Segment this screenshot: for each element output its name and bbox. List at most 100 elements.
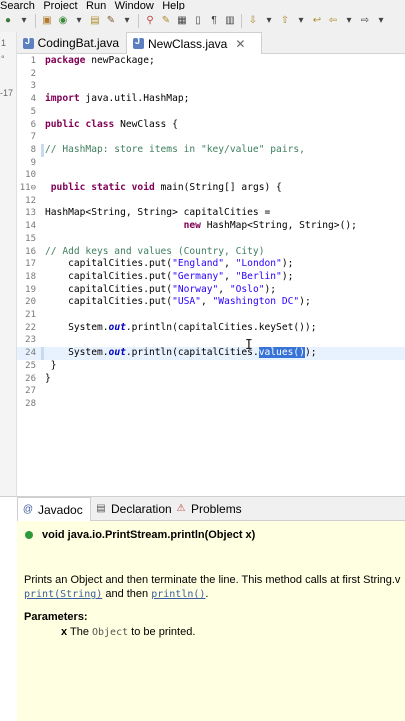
dropdown-icon[interactable]: ▾	[295, 15, 307, 27]
tab-problems[interactable]: ⚠ Problems	[175, 497, 255, 521]
code-line[interactable]: 22 System.out.println(capitalCities.keyS…	[17, 322, 405, 335]
line-number: 8	[30, 144, 36, 155]
line-number: 24	[25, 348, 36, 359]
tab-label: NewClass.java	[148, 36, 228, 51]
code-line[interactable]: 15	[17, 233, 405, 246]
toggle-icon[interactable]: ▦	[176, 15, 188, 27]
new-class-icon[interactable]: ◉	[57, 15, 69, 27]
dropdown-icon[interactable]: ▾	[73, 15, 85, 27]
code-text: import java.util.HashMap;	[45, 93, 190, 105]
back-icon[interactable]: ⇦	[327, 15, 339, 27]
code-line[interactable]: 7	[17, 131, 405, 144]
code-line[interactable]: 9	[17, 157, 405, 170]
bottom-tab-bar: @ Javadoc ▤ Declaration ⚠ Problems	[17, 497, 405, 521]
code-line[interactable]: 6 public class NewClass {	[17, 119, 405, 132]
line-number: 13	[25, 208, 36, 219]
code-line[interactable]: 19 capitalCities.put("Norway", "Oslo");	[17, 284, 405, 297]
search-icon[interactable]: ✎	[105, 15, 117, 27]
code-line[interactable]: 3	[17, 80, 405, 93]
parameter-entry: x The Object to be printed.	[61, 626, 195, 638]
mark-occurrences-icon[interactable]: ✎	[160, 15, 172, 27]
code-line[interactable]: 14 new HashMap<String, String>();	[17, 220, 405, 233]
param-text: The	[67, 626, 92, 638]
block-selection-icon[interactable]: ▯	[192, 15, 204, 27]
dropdown-icon[interactable]: ▾	[263, 15, 275, 27]
code-text: // HashMap: store items in "key/value" p…	[45, 143, 305, 155]
menu-bar: Search Project Run Window Help	[0, 0, 405, 10]
last-edit-icon[interactable]: ↩	[311, 15, 323, 27]
tab-newclass[interactable]: NewClass.java ✕	[126, 32, 262, 54]
code-line[interactable]: 16 // Add keys and values (Country, City)	[17, 246, 405, 259]
code-line[interactable]: 23	[17, 334, 405, 347]
menu-window[interactable]: Window	[115, 0, 154, 10]
tab-declaration[interactable]: ▤ Declaration	[95, 497, 179, 521]
param-type: Object	[92, 627, 129, 638]
left-panel-edge: 1 ° -17	[0, 32, 17, 502]
code-line[interactable]: 21	[17, 309, 405, 322]
code-line[interactable]: 28	[17, 398, 405, 411]
dropdown-icon[interactable]: ▾	[375, 15, 387, 27]
code-text: capitalCities.put("Germany", "Berlin");	[45, 270, 294, 282]
line-number: 17	[25, 259, 36, 270]
line-number: 1	[30, 56, 36, 66]
code-line[interactable]: 26}	[17, 373, 405, 386]
code-line[interactable]: 27	[17, 385, 405, 398]
code-text: System.out.println(capitalCities.values(…	[45, 347, 317, 359]
menu-help[interactable]: Help	[162, 0, 185, 10]
tab-javadoc[interactable]: @ Javadoc	[17, 497, 91, 521]
line-number: 25	[25, 360, 36, 371]
open-type-icon[interactable]: ▤	[89, 15, 101, 27]
dropdown-icon[interactable]: ▾	[121, 15, 133, 27]
line-number: 6	[30, 119, 36, 130]
code-line[interactable]: 13 HashMap<String, String> capitalCities …	[17, 207, 405, 220]
previous-annotation-icon[interactable]: ⇧	[279, 15, 291, 27]
next-annotation-icon[interactable]: ⇩	[247, 15, 259, 27]
code-editor[interactable]: 1 package newPackage; 2 3 4 import java.util.…	[17, 54, 405, 496]
code-line[interactable]: 5	[17, 106, 405, 119]
menu-project[interactable]: Project	[43, 0, 77, 10]
code-line[interactable]: 8 // HashMap: store items in "key/value" …	[17, 143, 405, 157]
code-line[interactable]: 12	[17, 195, 405, 208]
code-line[interactable]: 18 capitalCities.put("Germany", "Berlin"…	[17, 271, 405, 284]
close-icon[interactable]: ✕	[235, 37, 245, 51]
bottom-panel: @ Javadoc ▤ Declaration ⚠ Problems void …	[0, 496, 405, 721]
code-line[interactable]: 17 capitalCities.put("England", "London"…	[17, 258, 405, 271]
new-package-icon[interactable]: ▣	[41, 15, 53, 27]
line-number: 14	[25, 221, 36, 232]
description-text: and then	[102, 588, 152, 600]
line-number: 5	[30, 106, 36, 117]
menu-search[interactable]: Search	[0, 0, 35, 10]
line-number: 27	[25, 386, 36, 397]
code-line[interactable]: 11⊖ public static void main(String[] arg…	[17, 182, 405, 195]
tab-label: Declaration	[111, 502, 172, 516]
javadoc-view: void java.io.PrintStream.println(Object …	[17, 521, 405, 721]
line-number: 18	[25, 271, 36, 282]
code-line[interactable]: 2	[17, 68, 405, 81]
forward-icon[interactable]: ⇨	[359, 15, 371, 27]
code-line[interactable]: 20 capitalCities.put("USA", "Washington …	[17, 296, 405, 309]
pin-icon[interactable]: ⚲	[144, 15, 156, 27]
line-number: 2	[30, 68, 36, 79]
layout-icon[interactable]: ▥	[224, 15, 236, 27]
code-text: capitalCities.put("England", "London");	[45, 258, 294, 270]
dropdown-icon[interactable]: ▾	[18, 15, 30, 27]
change-marker	[41, 347, 44, 360]
link-println[interactable]: println()	[151, 589, 205, 600]
code-line[interactable]: 10	[17, 169, 405, 182]
dropdown-icon[interactable]: ▾	[343, 15, 355, 27]
whitespace-icon[interactable]: ¶	[208, 15, 220, 27]
code-line[interactable]: 25 }	[17, 360, 405, 373]
code-line[interactable]: 1 package newPackage;	[17, 55, 405, 68]
code-line[interactable]: 4 import java.util.HashMap;	[17, 93, 405, 106]
debug-icon[interactable]: ●	[2, 15, 14, 27]
link-print[interactable]: print(String)	[24, 589, 102, 600]
code-line[interactable]: 24 System.out.println(capitalCities.valu…	[17, 347, 405, 360]
problems-icon: ⚠	[176, 503, 186, 514]
menu-run[interactable]: Run	[86, 0, 106, 10]
code-text: // Add keys and values (Country, City)	[45, 245, 265, 257]
tab-codingbat[interactable]: CodingBat.java	[17, 32, 125, 54]
line-number: 11⊖	[19, 183, 36, 193]
line-number: 7	[30, 132, 36, 143]
parameters-heading: Parameters:	[24, 611, 88, 623]
line-number: 4	[30, 94, 36, 105]
